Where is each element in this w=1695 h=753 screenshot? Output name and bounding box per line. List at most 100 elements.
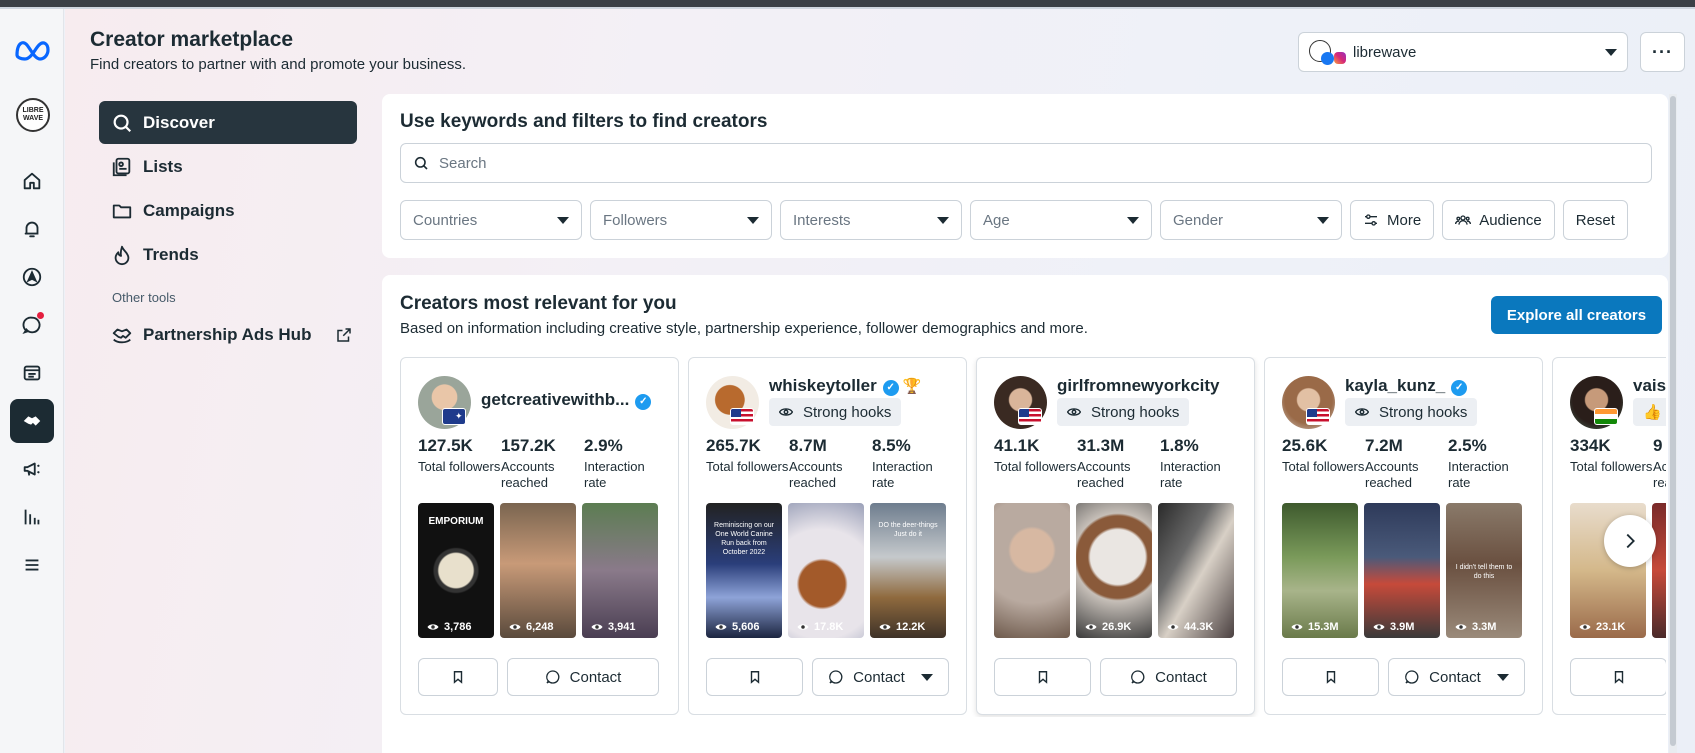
contact-button[interactable]: Contact (812, 658, 949, 696)
followers-value: 25.6K (1282, 436, 1328, 455)
interests-filter[interactable]: Interests (780, 200, 962, 240)
nav-item-label: Lists (143, 156, 183, 176)
creator-username[interactable]: vais (1633, 376, 1666, 396)
content-thumbnail[interactable]: 3,941 (582, 503, 658, 638)
page-scrollbar[interactable] (1669, 94, 1677, 753)
content-thumbnail[interactable] (994, 503, 1070, 638)
interaction-value: 8.5% (872, 436, 911, 455)
more-filters-button[interactable]: More (1350, 200, 1435, 240)
save-creator-button[interactable] (1282, 658, 1379, 696)
content-thumbnail[interactable]: 3.9M (1364, 503, 1440, 638)
megaphone-icon[interactable] (10, 447, 54, 491)
creator-card[interactable]: getcreativewithb... ✓ 127.5K Total followe… (400, 357, 679, 715)
content-thumbnail[interactable]: Reminiscing on our One World Canine Run … (706, 503, 782, 638)
followers-filter[interactable]: Followers (590, 200, 772, 240)
brand-avatar[interactable]: LIBRE WAVE (16, 98, 50, 132)
meta-logo-icon[interactable] (14, 37, 52, 63)
bookmark-icon (1614, 671, 1623, 684)
stat-label: Accounts reached (1653, 459, 1666, 490)
reached-value: 7.2M (1365, 436, 1403, 455)
creator-username[interactable]: girlfromnewyorkcity (1057, 376, 1220, 396)
eye-icon (1355, 408, 1369, 416)
compass-icon[interactable] (10, 255, 54, 299)
content-thumbnail[interactable]: 17.8K (788, 503, 864, 638)
stat-interaction: 2.9% Interaction rate (584, 436, 667, 491)
notification-dot (37, 312, 44, 319)
gender-filter[interactable]: Gender (1160, 200, 1342, 240)
eye-icon (779, 408, 793, 416)
nav-item-trends[interactable]: Trends (99, 233, 357, 276)
creator-card[interactable]: girlfromnewyorkcity Strong hooks 41.1K To… (976, 357, 1255, 715)
messages-icon[interactable] (10, 303, 54, 347)
eye-icon (591, 624, 603, 630)
bookmark-icon (1326, 671, 1335, 684)
bell-icon[interactable] (10, 207, 54, 251)
nav-item-lists[interactable]: Lists (99, 145, 357, 188)
stat-label: Total followers (418, 459, 501, 474)
view-count-text: 12.2K (896, 621, 926, 633)
stat-label: Total followers (994, 459, 1077, 474)
view-count-text: 26.9K (1102, 621, 1132, 633)
search-box[interactable] (400, 143, 1652, 183)
us-flag-icon (730, 408, 754, 425)
nav-item-partnership-ads-hub[interactable]: Partnership Ads Hub (99, 313, 357, 356)
age-filter[interactable]: Age (970, 200, 1152, 240)
creator-username[interactable]: kayla_kunz_ ✓ (1345, 376, 1468, 396)
countries-filter[interactable]: Countries (400, 200, 582, 240)
view-count-text: 3,941 (608, 621, 636, 633)
explore-all-creators-button[interactable]: Explore all creators (1491, 296, 1662, 334)
contact-button[interactable]: Contact (1100, 658, 1237, 696)
view-count-text: 3.3M (1472, 621, 1497, 633)
content-thumbnail[interactable]: DO the deer-things Just do it 12.2K (870, 503, 946, 638)
menu-icon[interactable] (10, 543, 54, 587)
audience-button[interactable]: Audience (1442, 200, 1555, 240)
username-text: kayla_kunz_ (1345, 376, 1446, 395)
stat-label: Interaction rate (1448, 459, 1509, 490)
creator-card[interactable]: kayla_kunz_ ✓ Strong hooks 25.6K Total fol… (1264, 357, 1543, 715)
content-thumbnails: EMPORIUM 3,786 6,248 3,941 (418, 503, 664, 638)
content-thumbnail[interactable]: 6,248 (500, 503, 576, 638)
reset-button[interactable]: Reset (1562, 200, 1628, 240)
scrollbar-thumb[interactable] (1670, 96, 1676, 746)
badge-text: Strong hooks (1091, 403, 1180, 421)
audience-icon (1455, 215, 1472, 225)
content-thumbnail[interactable]: 44.3K (1158, 503, 1234, 638)
more-options-button[interactable]: ··· (1640, 32, 1685, 72)
save-creator-button[interactable] (706, 658, 803, 696)
stat-label: Interaction rate (872, 459, 933, 490)
search-input[interactable] (439, 154, 1619, 172)
handshake-icon[interactable] (10, 399, 54, 443)
contact-button[interactable]: Contact (507, 658, 659, 696)
home-icon[interactable] (10, 159, 54, 203)
followers-value: 41.1K (994, 436, 1040, 455)
reached-value: 157.2K (501, 436, 556, 455)
content-thumbnail[interactable]: 15.3M (1282, 503, 1358, 638)
creator-username[interactable]: whiskeytoller ✓ 🏆 (769, 376, 921, 396)
contact-button[interactable]: Contact (1388, 658, 1525, 696)
save-creator-button[interactable] (994, 658, 1091, 696)
content-thumbnail[interactable]: 26.9K (1076, 503, 1152, 638)
content-thumbnail[interactable]: I didn't tell them to do this 3.3M (1446, 503, 1522, 638)
chevron-down-icon (557, 216, 569, 224)
view-count: 6,248 (509, 621, 554, 633)
stat-label: Total followers (1282, 459, 1365, 474)
pages-icon[interactable] (10, 351, 54, 395)
view-count: 44.3K (1167, 621, 1213, 633)
content-thumbnail[interactable]: EMPORIUM 3,786 (418, 503, 494, 638)
nav-item-discover[interactable]: Discover (99, 101, 357, 144)
followers-value: 334K (1570, 436, 1611, 455)
content-thumbnail[interactable] (1652, 503, 1666, 638)
username-text: girlfromnewyorkcity (1057, 376, 1220, 395)
content-thumbnails: 26.9K 44.3K (994, 503, 1240, 638)
insights-icon[interactable] (10, 495, 54, 539)
nav-item-campaigns[interactable]: Campaigns (99, 189, 357, 232)
carousel-next-button[interactable] (1604, 515, 1656, 567)
save-creator-button[interactable] (1570, 658, 1666, 696)
us-flag-icon (1018, 408, 1042, 425)
creator-username[interactable]: getcreativewithb... ✓ (481, 390, 671, 410)
audience-label: Audience (1479, 211, 1542, 229)
save-creator-button[interactable] (418, 658, 498, 696)
creator-card[interactable]: whiskeytoller ✓ 🏆 Strong hooks 265.7K Total… (688, 357, 967, 715)
account-selector[interactable]: librewave (1298, 32, 1628, 72)
bookmark-icon (453, 671, 463, 684)
